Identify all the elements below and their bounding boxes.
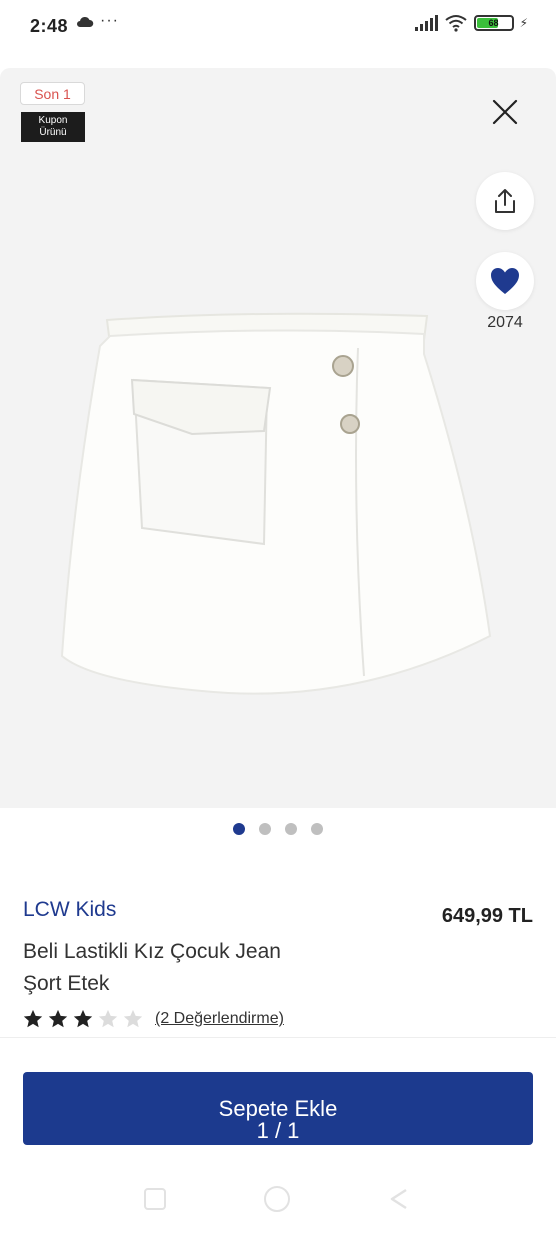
share-icon (495, 189, 515, 213)
cloud-icon (77, 16, 94, 27)
home-icon[interactable] (264, 1186, 290, 1212)
battery-icon: 68 (473, 15, 514, 31)
product-image (60, 312, 492, 695)
status-time: 2:48 (30, 16, 69, 36)
status-indicators: 68 ⚡ (414, 14, 528, 32)
brand-link[interactable]: LCW Kids (23, 898, 116, 922)
product-price: 649,99 TL (441, 905, 533, 927)
reviews-link[interactable]: (2 Değerlendirme) (155, 1010, 284, 1028)
recent-apps-icon[interactable] (144, 1188, 166, 1210)
cart-quantity: 1 / 1 (256, 1118, 300, 1143)
share-button[interactable] (476, 172, 534, 230)
pagination-dot[interactable] (311, 823, 323, 835)
star-empty-icon (98, 1009, 118, 1028)
system-nav-bar (0, 1170, 556, 1235)
pagination-dot[interactable] (285, 823, 297, 835)
star-filled-icon (73, 1009, 93, 1028)
product-name: Beli Lastikli Kız Çocuk Jean Şort Etek (23, 940, 281, 995)
back-icon[interactable] (388, 1188, 408, 1210)
charging-icon: ⚡ (519, 16, 528, 30)
coupon-badge-line1: Kupon (38, 115, 68, 126)
divider (0, 1037, 556, 1038)
wifi-icon (444, 15, 467, 32)
star-filled-icon (23, 1009, 43, 1028)
heart-icon (491, 268, 519, 294)
more-dots-icon: ··· (100, 12, 119, 29)
add-to-cart-button[interactable]: Sepete Ekle 1 / 1 (23, 1072, 533, 1145)
pagination-dot[interactable] (233, 823, 245, 835)
star-filled-icon (48, 1009, 68, 1028)
status-bar: 2:48 ··· 68 ⚡ (0, 0, 556, 52)
signal-icon (414, 15, 438, 31)
favorite-count: 2074 (487, 314, 523, 331)
close-icon[interactable] (489, 96, 521, 128)
star-empty-icon (123, 1009, 143, 1028)
pagination-dot[interactable] (259, 823, 271, 835)
coupon-badge-line2: Ürünü (39, 127, 67, 138)
image-pagination (0, 823, 556, 835)
battery-level: 68 (488, 18, 499, 28)
product-image-gallery[interactable] (0, 68, 556, 808)
coupon-badge: Kupon Ürünü (21, 112, 85, 142)
favorite-button[interactable] (476, 252, 534, 310)
last-items-badge: Son 1 (20, 82, 85, 105)
product-rating[interactable]: (2 Değerlendirme) (22, 1008, 284, 1030)
